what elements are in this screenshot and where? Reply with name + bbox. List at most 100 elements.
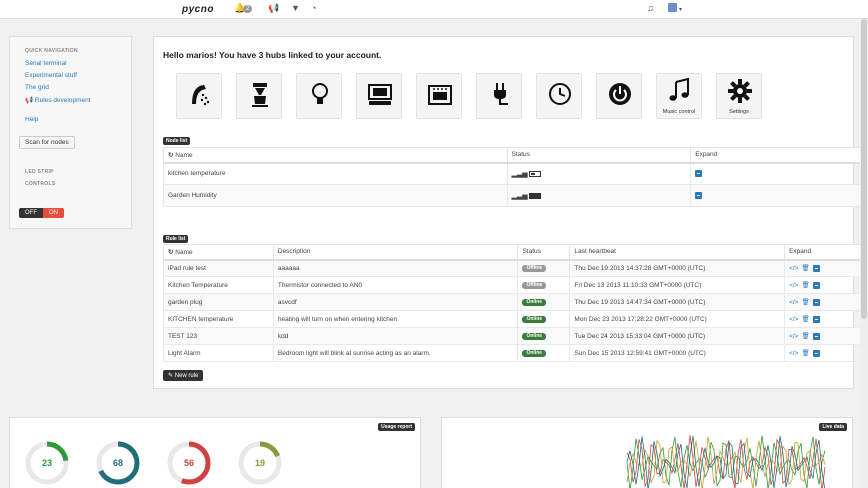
column-header-heartbeat[interactable]: Last heartbeat xyxy=(569,244,786,261)
trash-icon[interactable]: 🗑 xyxy=(801,281,809,289)
tile-plug[interactable] xyxy=(476,73,522,119)
clock-icon xyxy=(549,83,571,105)
rule-name: TEST 123 xyxy=(163,327,274,345)
table-row: Garden Humidity ▂▃▅ xyxy=(163,184,868,207)
rule-heartbeat: Tue Dec 24 2013 15:33:04 GMT+0000 (UTC) xyxy=(569,327,786,345)
scan-for-nodes-button[interactable]: Scan for nodes xyxy=(19,136,75,149)
node-status: ▂▃▅ xyxy=(506,162,692,185)
oven-icon xyxy=(428,85,452,105)
trash-icon[interactable]: 🗑 xyxy=(801,349,809,357)
user-avatar-icon[interactable] xyxy=(668,3,677,12)
megaphone-icon: 📢 xyxy=(25,97,34,104)
column-header-status[interactable]: Status xyxy=(506,147,692,164)
code-icon[interactable]: </> xyxy=(789,265,798,272)
column-header-description[interactable]: Description xyxy=(272,244,519,261)
tile-oven[interactable] xyxy=(416,73,462,119)
code-icon[interactable]: </> xyxy=(789,299,798,306)
sidebar-link-experimental[interactable]: Experimental stuff xyxy=(25,72,77,79)
trash-icon[interactable]: 🗑 xyxy=(801,298,809,306)
expand-icon[interactable] xyxy=(812,349,820,357)
rule-heartbeat: Mon Dec 23 2013 17:28:22 GMT+0000 (UTC) xyxy=(569,310,786,328)
rule-expand: </> 🗑 xyxy=(784,327,868,345)
trash-icon[interactable]: 🗑 xyxy=(801,264,809,272)
expand-icon[interactable] xyxy=(812,264,820,272)
node-table: ↻ Name Status Expand kitchen temperature… xyxy=(163,147,868,207)
music-note-icon[interactable]: ♫ xyxy=(647,3,654,13)
expand-icon[interactable] xyxy=(812,281,820,289)
plug-icon xyxy=(494,83,508,105)
greeting: Hello marios! You have 3 hubs linked to … xyxy=(163,50,382,60)
status-badge: Offline xyxy=(522,282,547,289)
table-row: kitchen temperature ▂▃▅ xyxy=(163,162,868,185)
status-badge: Online xyxy=(522,333,547,340)
tile-clock[interactable] xyxy=(536,73,582,119)
rule-list-label: Rule list xyxy=(163,235,189,243)
notification-badge: 2 xyxy=(243,5,253,13)
top-bar: pycno 🔔 2 📢 ▼ ◔ ♫ ▾ xyxy=(0,0,868,19)
expand-icon[interactable] xyxy=(812,332,820,340)
battery-full-icon xyxy=(529,192,542,199)
column-header-expand[interactable]: Expand xyxy=(690,147,868,164)
tile-shower[interactable] xyxy=(176,73,222,119)
expand-icon[interactable] xyxy=(812,298,820,306)
tile-tv[interactable] xyxy=(356,73,402,119)
gauge-value: 19 xyxy=(255,458,265,468)
sidebar-link-help[interactable]: Help xyxy=(25,116,38,123)
column-header-name[interactable]: ↻ Name xyxy=(163,244,274,261)
megaphone-icon[interactable]: 📢 xyxy=(268,3,279,14)
table-header-row: ↻ Name Description Status Last heartbeat… xyxy=(163,244,868,261)
tile-coffee-maker[interactable] xyxy=(236,73,282,119)
signal-icon: ▂▃▅ xyxy=(511,192,528,200)
node-expand xyxy=(690,184,868,207)
rule-expand: </> 🗑 xyxy=(784,293,868,311)
rule-description: kdd xyxy=(272,327,519,345)
rule-status: Online xyxy=(517,310,571,328)
coffee-maker-icon xyxy=(252,83,268,107)
code-icon[interactable]: </> xyxy=(789,350,798,357)
chevron-down-icon[interactable]: ▾ xyxy=(679,6,682,13)
tile-music-control[interactable]: Music control xyxy=(656,73,702,119)
tile-power[interactable] xyxy=(596,73,642,119)
tile-settings[interactable]: Settings xyxy=(716,73,762,119)
gauge-value: 56 xyxy=(184,458,194,468)
trash-icon[interactable]: 🗑 xyxy=(801,332,809,340)
filter-icon[interactable]: ▼ xyxy=(291,3,300,13)
node-status: ▂▃▅ xyxy=(506,184,692,207)
app-logo[interactable]: pycno xyxy=(182,4,214,15)
edit-icon: ✎ xyxy=(168,373,174,379)
trash-icon[interactable]: 🗑 xyxy=(801,315,809,323)
tile-light[interactable] xyxy=(296,73,342,119)
toggle-on-button[interactable]: ON xyxy=(43,208,64,218)
scrollbar-thumb[interactable] xyxy=(861,19,867,319)
rule-description: Thermistor connected to AN0 xyxy=(272,276,519,294)
status-badge: Online xyxy=(522,316,547,323)
power-icon xyxy=(609,83,631,105)
led-strip-header: LED STRIP xyxy=(25,169,54,175)
toggle-off-button[interactable]: OFF xyxy=(19,208,43,218)
rule-heartbeat: Sun Dec 15 2013 12:59:41 GMT+0000 (UTC) xyxy=(569,344,786,362)
sidebar-link-grid[interactable]: The grid xyxy=(25,84,49,91)
tile-caption: Settings xyxy=(729,109,749,115)
refresh-icon[interactable]: ↻ xyxy=(168,152,173,159)
column-header-name[interactable]: ↻ Name xyxy=(163,147,508,164)
live-data-panel: Live data xyxy=(441,417,853,488)
rule-description: Bedroom light will blink at sunrise acti… xyxy=(272,344,519,362)
expand-icon[interactable] xyxy=(695,170,703,178)
rule-description: heating will turn on when entering kitch… xyxy=(272,310,519,328)
page-scrollbar[interactable] xyxy=(860,19,868,488)
new-rule-button[interactable]: ✎ New rule xyxy=(163,370,204,381)
column-header-status[interactable]: Status xyxy=(517,244,571,261)
sidebar-link-serial-terminal[interactable]: Serial terminal xyxy=(25,60,67,67)
led-toggle[interactable]: OFF ON xyxy=(19,208,64,218)
code-icon[interactable]: </> xyxy=(789,333,798,340)
sidebar-link-rules-development[interactable]: 📢 Rules development xyxy=(25,96,91,104)
rss-icon[interactable]: ◔ xyxy=(311,3,316,13)
refresh-icon[interactable]: ↻ xyxy=(168,249,173,256)
code-icon[interactable]: </> xyxy=(789,316,798,323)
expand-icon[interactable] xyxy=(812,315,820,323)
rule-status: Offline xyxy=(517,259,571,277)
column-header-expand[interactable]: Expand xyxy=(784,244,868,261)
tv-set-icon xyxy=(368,84,392,105)
expand-icon[interactable] xyxy=(695,191,703,199)
code-icon[interactable]: </> xyxy=(789,282,798,289)
